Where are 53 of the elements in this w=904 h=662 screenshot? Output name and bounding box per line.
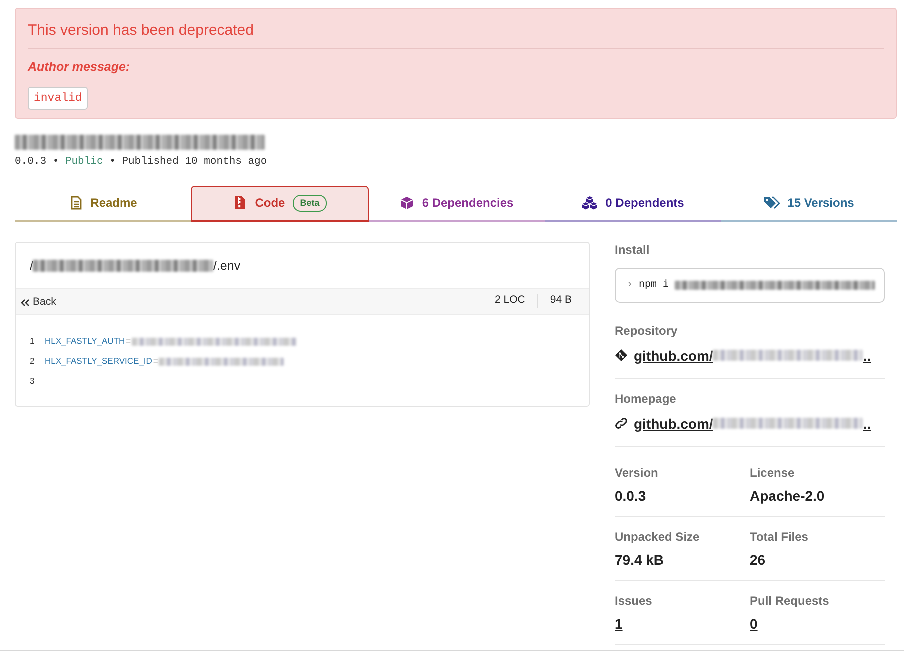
code-operator: = <box>153 355 158 368</box>
meta-text: Published 10 months ago <box>122 156 268 168</box>
stat-link[interactable]: 0 <box>750 616 758 632</box>
prompt-text: › <box>627 278 634 293</box>
separator-dot: • <box>52 156 60 168</box>
zip-file-icon <box>233 196 248 210</box>
lines-of-code-count: 2 LOC <box>494 293 526 308</box>
tab[interactable]: Code Beta <box>191 186 369 222</box>
stat-label: Issues <box>615 592 654 609</box>
file-path-text: /.env <box>213 258 241 275</box>
section-label: Install <box>615 242 651 258</box>
code-key: HLX_FASTLY_SERVICE_ID <box>45 355 152 368</box>
double-chevron-left-icon <box>21 298 30 306</box>
stat-value: Apache-2.0 <box>750 486 826 506</box>
visibility-label: Public <box>65 156 104 168</box>
alert-title: This version has been deprecated <box>28 21 255 41</box>
line-number: 3 <box>30 375 36 388</box>
separator-dot: • <box>110 156 116 168</box>
stat-label: Unpacked Size <box>615 528 701 545</box>
meta-text: 0.0.3 <box>15 156 47 168</box>
stat-link[interactable]: 1 <box>615 616 623 632</box>
back-link[interactable]: Back <box>21 292 56 310</box>
line-number: 2 <box>30 355 36 368</box>
stat-value: 0.0.3 <box>615 486 648 506</box>
line-number: 1 <box>30 335 36 348</box>
beta-badge: Beta <box>293 194 327 212</box>
file-path-text: / <box>30 258 34 275</box>
cubes-icon <box>582 196 598 210</box>
file-size-text: 94 B <box>549 293 573 308</box>
link-icon <box>615 417 628 430</box>
stat-label: License <box>750 464 796 481</box>
author-message-label: Author message: <box>28 59 132 76</box>
command-text: npm i <box>639 278 670 293</box>
document-icon <box>68 196 83 210</box>
section-label: Repository <box>615 322 679 339</box>
stat-label: Total Files <box>750 528 810 545</box>
tab[interactable]: 6 Dependencies <box>369 186 545 222</box>
stat-value: 26 <box>750 550 767 570</box>
tab[interactable]: 15 Versions <box>721 186 897 222</box>
tags-icon <box>764 196 780 210</box>
code-operator: = <box>126 335 132 348</box>
stat-value: 79.4 kB <box>615 550 666 570</box>
stat-label: Version <box>615 464 660 481</box>
install-command-field[interactable]: › npm i <box>615 268 885 303</box>
stat-label: Pull Requests <box>750 592 830 609</box>
code-key: HLX_FASTLY_AUTH <box>45 335 126 348</box>
tab[interactable]: 0 Dependents <box>545 186 721 222</box>
cube-icon <box>400 196 414 210</box>
git-diamond-icon <box>615 349 628 362</box>
homepage-link[interactable]: github.com/ .. <box>634 414 872 434</box>
section-label: Homepage <box>615 390 678 407</box>
author-message-code: invalid <box>28 86 88 110</box>
repository-link[interactable]: github.com/ .. <box>634 346 872 366</box>
